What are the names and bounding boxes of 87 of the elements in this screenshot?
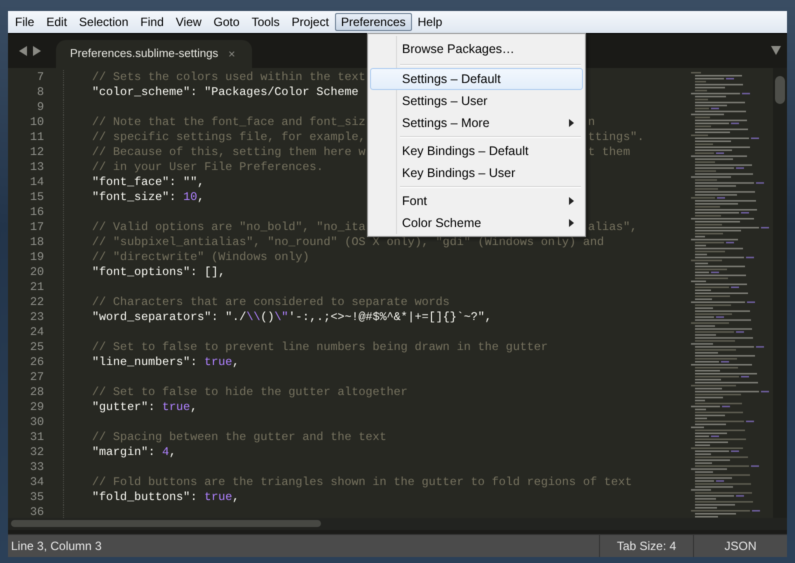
code-fragment: alias", <box>588 220 638 234</box>
scrollbar[interactable] <box>773 68 787 518</box>
line-number: 22 <box>28 295 44 310</box>
code-line: // Sets the colors used within the text <box>92 70 366 84</box>
line-number: 16 <box>28 205 44 220</box>
menu-item[interactable]: Tools <box>246 13 286 31</box>
menu-item[interactable]: File <box>9 13 40 31</box>
line-number: 13 <box>28 160 44 175</box>
code-line: // Because of this, setting them here w <box>92 145 366 159</box>
menu-option[interactable]: Settings – More <box>370 112 583 134</box>
code-line: // Fold buttons are the triangles shown in the gutter to fold regions of text <box>92 475 632 489</box>
menu-option[interactable]: Key Bindings – User <box>370 162 583 184</box>
line-number: 20 <box>28 265 44 280</box>
submenu-arrow-icon <box>569 119 574 127</box>
syntax-mode[interactable]: JSON <box>693 535 787 557</box>
line-number: 18 <box>28 235 44 250</box>
menu-item[interactable]: Edit <box>40 13 74 31</box>
code-line: "line_numbers": true, <box>92 355 240 369</box>
dropdown-arrow-icon[interactable] <box>771 46 781 55</box>
line-number: 12 <box>28 145 44 160</box>
line-number: 7 <box>36 70 44 85</box>
menu-item[interactable]: Project <box>286 13 335 31</box>
menu-option[interactable]: Color Scheme <box>370 212 583 234</box>
code-line: "font_options": [], <box>92 265 226 279</box>
menu-option[interactable]: Browse Packages… <box>370 36 583 62</box>
line-number: 23 <box>28 310 44 325</box>
left-arrow-icon[interactable] <box>19 46 28 56</box>
code-line: "font_size": 10, <box>92 190 204 204</box>
line-number: 15 <box>28 190 44 205</box>
code-fragment: n <box>588 115 596 129</box>
code-line: "margin": 4, <box>92 445 176 459</box>
line-number: 29 <box>28 400 44 415</box>
line-number: 17 <box>28 220 44 235</box>
menu-option[interactable]: Settings – Default <box>370 68 583 90</box>
code-line: "word_separators": "./\\()\"'-:,.;<>~!@#$%^&*|+=[]{}`~?", <box>92 310 492 324</box>
code-line: // Note that the font_face and font_siz <box>92 115 366 129</box>
code-line: // specific settings file, for example, <box>92 130 366 144</box>
line-number: 28 <box>28 385 44 400</box>
tab-title: Preferences.sublime-settings <box>70 48 218 60</box>
code-line: "color_scheme": "Packages/Color Scheme <box>92 85 359 99</box>
file-tab[interactable]: Preferences.sublime-settings × <box>56 40 252 68</box>
close-button[interactable]: × <box>228 47 236 61</box>
menu-item[interactable]: Help <box>412 13 448 31</box>
cursor-position: Line 3, Column 3 <box>10 539 103 553</box>
code-line: // in your User File Preferences. <box>92 160 324 174</box>
menu-item[interactable]: Selection <box>73 13 134 31</box>
line-number: 30 <box>28 415 44 430</box>
menu-item[interactable]: Goto <box>208 13 246 31</box>
code-line: // "directwrite" (Windows only) <box>92 250 310 264</box>
menu-item[interactable]: Preferences <box>334 13 412 31</box>
line-number: 19 <box>28 250 44 265</box>
code-line: "fold_buttons": true, <box>92 490 240 504</box>
submenu-arrow-icon <box>569 219 574 227</box>
line-number: 26 <box>28 355 44 370</box>
menu-option[interactable]: Settings – User <box>370 90 583 112</box>
code-line: // Spacing between the gutter and the text <box>92 430 387 444</box>
code-line: // Characters that are considered to separate words <box>92 295 450 309</box>
code-line: "font_face": "", <box>92 175 204 189</box>
line-number: 14 <box>28 175 44 190</box>
line-number: 36 <box>28 505 44 520</box>
code-fragment: t them <box>588 145 630 159</box>
line-number: 33 <box>28 460 44 475</box>
line-number: 8 <box>36 85 44 100</box>
line-number: 24 <box>28 325 44 340</box>
line-number: 21 <box>28 280 44 295</box>
code-line: // Set to false to prevent line numbers being drawn in the gutter <box>92 340 548 354</box>
code-line: // Set to false to hide the gutter altogether <box>92 385 408 399</box>
line-number: 32 <box>28 445 44 460</box>
horizontal-scrollbar[interactable] <box>8 518 787 530</box>
line-number: 31 <box>28 430 44 445</box>
menu-option[interactable]: Key Bindings – Default <box>370 140 583 162</box>
code-line: // Valid options are "no_bold", "no_ita <box>92 220 366 234</box>
line-number: 27 <box>28 370 44 385</box>
submenu-arrow-icon <box>569 197 574 205</box>
code-line: "gutter": true, <box>92 400 198 414</box>
menu-option[interactable]: Font <box>370 190 583 212</box>
right-arrow-icon[interactable] <box>32 46 41 56</box>
line-number: 25 <box>28 340 44 355</box>
line-number: 10 <box>28 115 44 130</box>
menu-item[interactable]: Find <box>134 13 170 31</box>
code-fragment: ttings". <box>588 130 644 144</box>
menu-item[interactable]: View <box>170 13 208 31</box>
line-number: 35 <box>28 490 44 505</box>
line-number: 9 <box>36 100 44 115</box>
tab-size[interactable]: Tab Size: 4 <box>599 535 693 557</box>
line-number: 34 <box>28 475 44 490</box>
line-number: 11 <box>28 130 44 145</box>
